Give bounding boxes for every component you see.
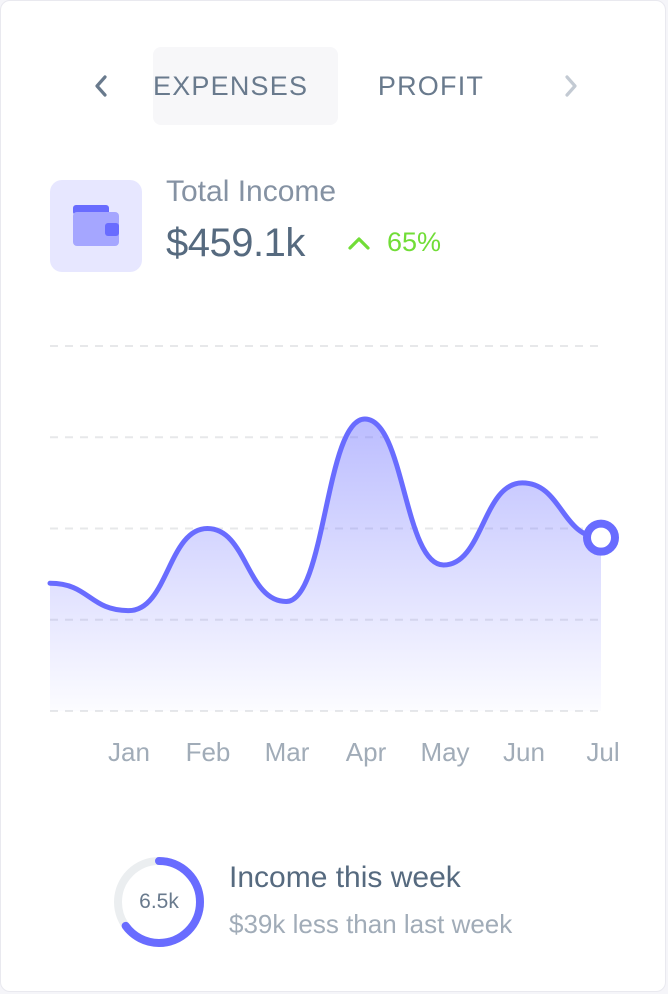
x-axis-label-feb: Feb (186, 737, 231, 767)
x-axis-label-mar: Mar (265, 737, 310, 767)
income-area (50, 419, 601, 711)
week-subtitle: $39k less than last week (229, 909, 513, 939)
wallet-avatar (50, 180, 142, 272)
x-axis-label-may: May (420, 737, 469, 767)
tab-prev-button[interactable] (81, 47, 121, 125)
chevron-left-icon (95, 75, 107, 97)
chevron-right-icon (565, 75, 577, 97)
x-axis-label-jan: Jan (108, 737, 150, 767)
tab-navigation: EXPENSES PROFIT (1, 47, 665, 125)
tab-profit-label: PROFIT (377, 70, 485, 101)
tab-profit[interactable]: PROFIT (361, 47, 501, 125)
tab-next-button[interactable] (551, 47, 591, 125)
x-axis-labels: Jan Feb Mar Apr May Jun Jul (108, 737, 620, 767)
income-value: $459.1k (166, 221, 305, 265)
tab-expenses[interactable]: EXPENSES (153, 47, 338, 125)
chevron-up-icon (348, 236, 370, 250)
last-point-marker (583, 519, 619, 556)
income-change: 65% (347, 227, 441, 258)
income-chart: Jan Feb Mar Apr May Jun Jul (47, 345, 620, 767)
income-card: EXPENSES PROFIT Total Income $459.1k 65% (0, 0, 666, 992)
week-ring-value: 6.5k (139, 890, 179, 913)
week-title: Income this week (229, 861, 461, 894)
tab-expenses-label: EXPENSES (153, 70, 309, 101)
x-axis-label-jul: Jul (586, 737, 619, 767)
x-axis-label-apr: Apr (346, 737, 387, 767)
x-axis-label-jun: Jun (503, 737, 545, 767)
wallet-icon (73, 205, 119, 246)
income-label: Total Income (166, 175, 337, 208)
income-change-value: 65% (387, 227, 442, 257)
